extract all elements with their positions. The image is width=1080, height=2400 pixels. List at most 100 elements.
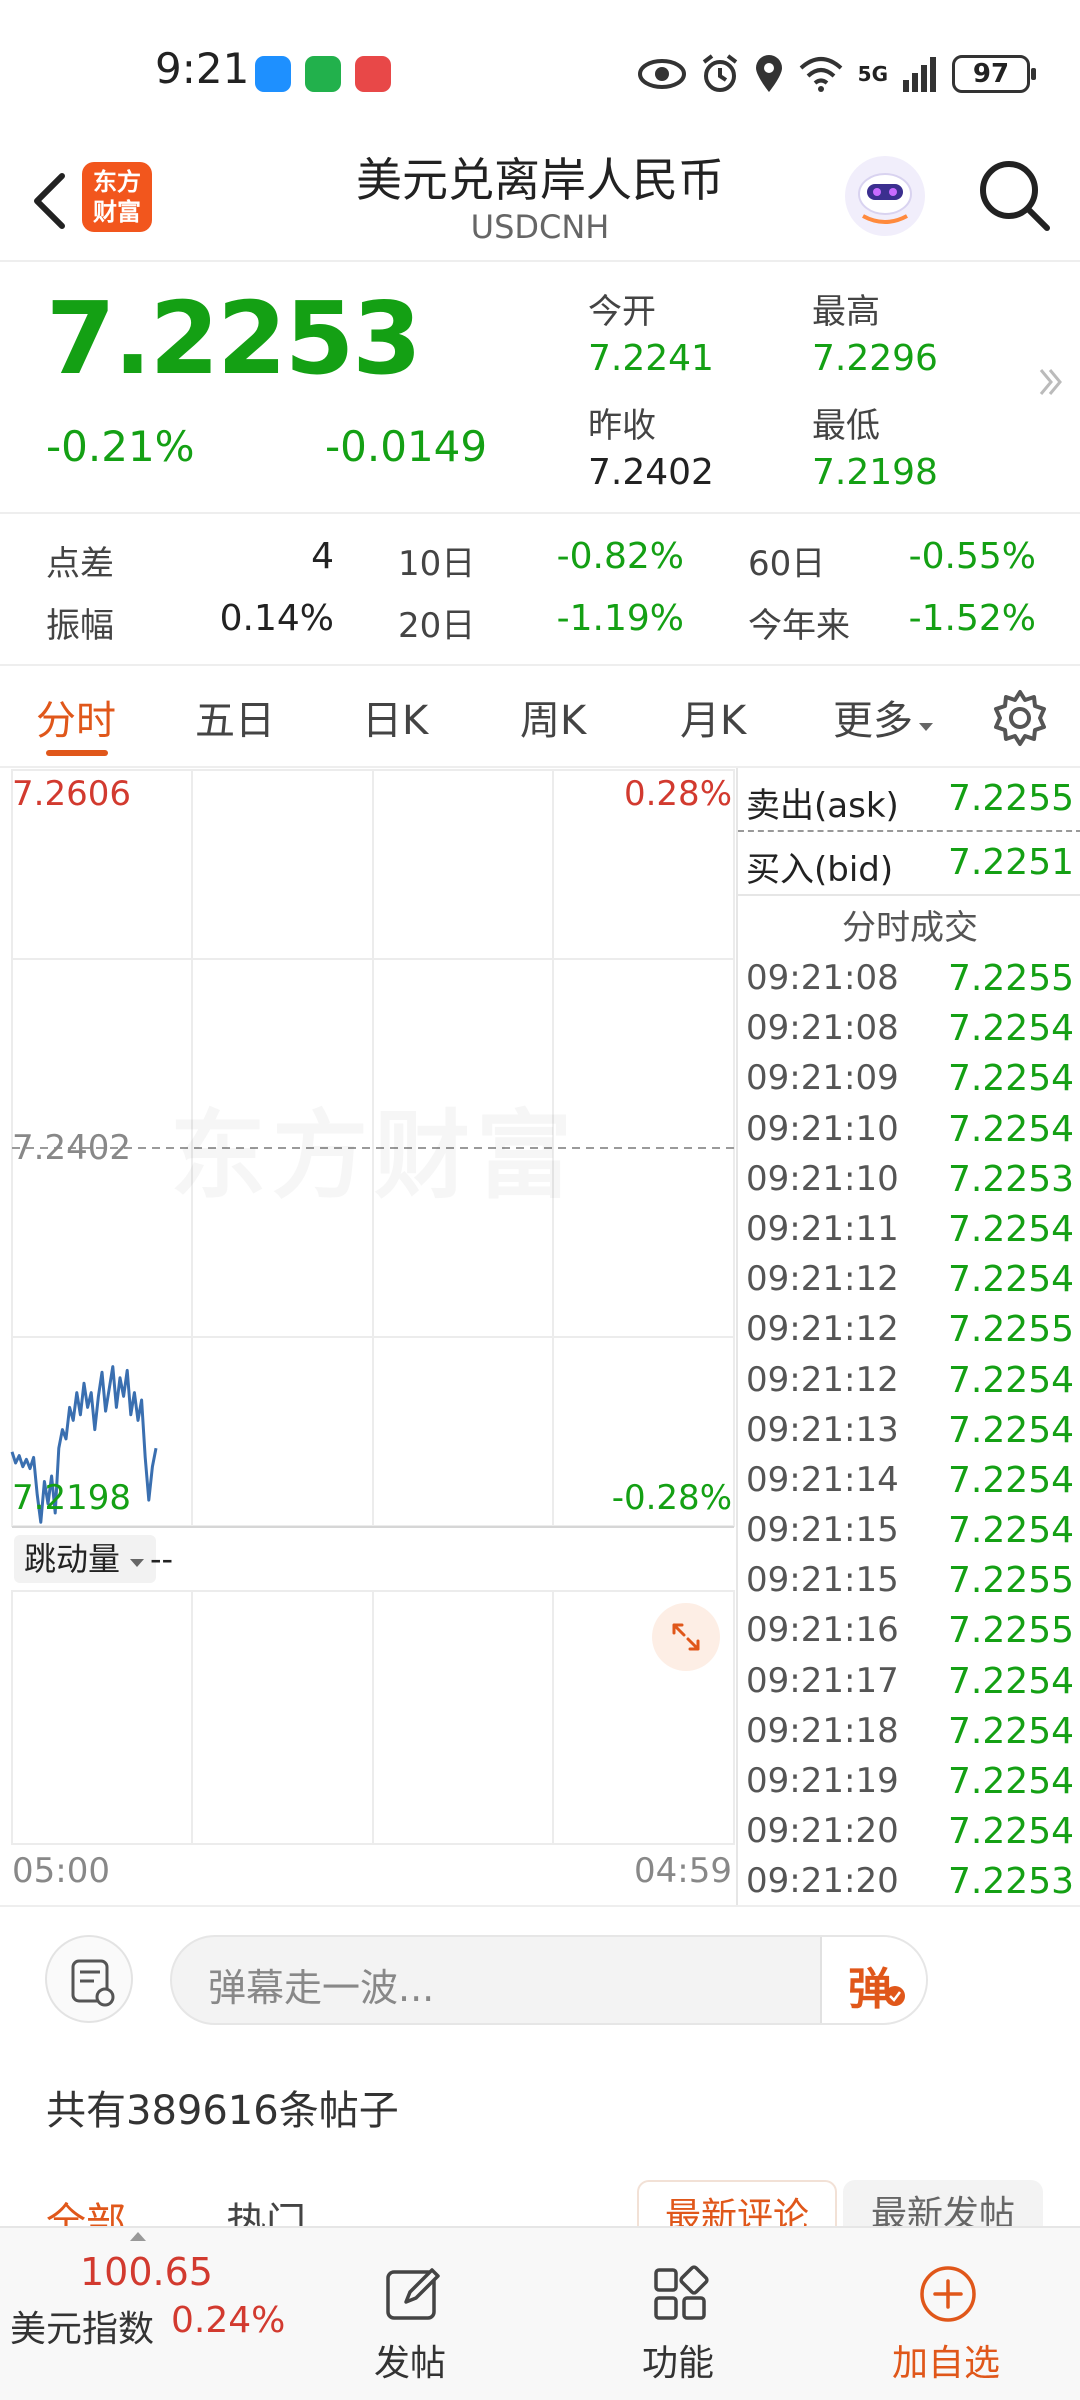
d20-label: 20日 — [398, 606, 476, 646]
danmaku-input[interactable]: 弹幕走一波... 弹 — [170, 1935, 928, 2025]
message-app-icon — [255, 56, 291, 92]
status-bar: 9:21 5G 97 — [0, 0, 1080, 140]
alarm-icon — [702, 54, 737, 92]
dollar-index-widget[interactable]: 100.65 美元指数 0.24% — [0, 2228, 290, 2400]
trade-time: 09:21:18 — [746, 1710, 899, 1751]
post-tab-all[interactable]: 全部 — [46, 2190, 126, 2228]
trade-row: 09:21:20 7.2254 — [738, 1807, 1080, 1857]
trade-row: 09:21:12 7.2254 — [738, 1356, 1080, 1406]
post-tabs: 全部 热门 最新评论 最新发帖 — [0, 2180, 1080, 2228]
trade-price: 7.2253 — [948, 1158, 1074, 1200]
bottom-nav: 100.65 美元指数 0.24% 发帖 功能 加自选 — [0, 2226, 1080, 2400]
bid-value: 7.2251 — [948, 842, 1074, 883]
ask-row: 卖出(ask) 7.2255 — [738, 768, 1080, 832]
check-badge-icon — [885, 1986, 905, 2006]
tab-monthly-k[interactable]: 月K — [680, 688, 746, 746]
tab-more[interactable]: 更多 — [833, 688, 935, 746]
trade-time: 09:21:08 — [746, 1008, 899, 1049]
tab-five-day[interactable]: 五日 — [195, 688, 275, 746]
tab-weekly-k[interactable]: 周K — [520, 688, 586, 746]
low-value: 7.2198 — [812, 452, 938, 493]
comment-bar: 弹幕走一波... 弹 — [0, 1905, 1080, 2040]
trade-time: 09:21:14 — [746, 1459, 899, 1500]
trade-list[interactable]: 09:21:08 7.2255 09:21:08 7.2254 09:21:09 7.22… — [738, 954, 1080, 1908]
trade-row: 09:21:12 7.2255 — [738, 1305, 1080, 1355]
post-tab-hot[interactable]: 热门 — [226, 2190, 306, 2228]
robot-assistant-icon[interactable] — [843, 154, 927, 238]
trade-price: 7.2254 — [948, 1108, 1074, 1150]
intraday-chart-svg — [10, 769, 735, 1845]
spread-label: 点差 — [46, 544, 114, 584]
trade-price: 7.2254 — [948, 1208, 1074, 1250]
trade-row: 09:21:15 7.2254 — [738, 1506, 1080, 1556]
trade-time: 09:21:12 — [746, 1259, 899, 1300]
dollar-index-change: 0.24% — [171, 2300, 286, 2341]
tab-daily-k[interactable]: 日K — [362, 688, 428, 746]
trade-price: 7.2254 — [948, 1259, 1074, 1301]
ytd-label: 今年来 — [748, 606, 850, 646]
intraday-chart[interactable]: 东方财富 7.2606 0.28% 7.2402 7.2198 -0.28% 跳… — [0, 768, 736, 1905]
bid-row: 买入(bid) 7.2251 — [738, 832, 1080, 896]
d10-value: -0.82% — [556, 536, 684, 577]
trade-row: 09:21:14 7.2254 — [738, 1456, 1080, 1506]
danmaku-settings-button[interactable] — [45, 1935, 133, 2023]
trade-time: 09:21:08 — [746, 958, 899, 998]
last-price: 7.2253 — [46, 280, 422, 397]
trades-title: 分时成交 — [842, 908, 978, 948]
trade-time: 09:21:12 — [746, 1309, 899, 1350]
nav-add-watch-button[interactable]: 加自选 — [856, 2228, 1036, 2400]
trade-price: 7.2255 — [948, 958, 1074, 999]
search-icon[interactable] — [975, 156, 1055, 236]
gear-icon[interactable] — [990, 688, 1050, 748]
trade-row: 09:21:17 7.2254 — [738, 1657, 1080, 1707]
tab-more-label: 更多 — [833, 698, 913, 744]
open-value: 7.2241 — [588, 338, 714, 379]
danmaku-settings-icon — [71, 1959, 115, 2007]
indicator-dropdown[interactable]: 跳动量 — [14, 1535, 157, 1583]
location-icon — [755, 55, 782, 92]
trade-price: 7.2254 — [948, 1510, 1074, 1552]
trade-price: 7.2254 — [948, 1058, 1074, 1100]
d60-value: -0.55% — [908, 536, 1036, 577]
trade-price: 7.2255 — [948, 1560, 1074, 1602]
battery-level: 97 — [952, 55, 1036, 93]
stats-panel: 点差 4 10日 -0.82% 60日 -0.55% 振幅 0.14% 20日 … — [0, 514, 1080, 666]
wifi-icon — [799, 57, 842, 92]
low-label: 最低 — [812, 406, 880, 446]
nav-post-button[interactable]: 发帖 — [320, 2228, 500, 2400]
trade-price: 7.2254 — [948, 1008, 1074, 1050]
sort-latest-comment[interactable]: 最新评论 — [637, 2180, 837, 2228]
trade-time: 09:21:09 — [746, 1058, 899, 1099]
dollar-index-name: 美元指数 — [10, 2309, 155, 2350]
wechat-icon — [305, 56, 341, 92]
trade-time: 09:21:11 — [746, 1208, 899, 1249]
edit-icon — [386, 2268, 440, 2320]
expand-chart-button[interactable] — [652, 1603, 720, 1671]
double-chevron-right-icon[interactable] — [1036, 362, 1066, 402]
indicator-label: 跳动量 — [24, 1540, 121, 1578]
prev-close-value: 7.2402 — [588, 452, 714, 493]
ask-label: 卖出(ask) — [746, 786, 899, 826]
signal-icon — [903, 57, 936, 92]
watermark: 东方财富 — [170, 1078, 578, 1217]
trade-row: 09:21:15 7.2255 — [738, 1556, 1080, 1606]
sort-latest-post[interactable]: 最新发帖 — [843, 2180, 1043, 2228]
change-amount: -0.0149 — [325, 422, 488, 471]
danmaku-send-button[interactable]: 弹 — [820, 1937, 926, 2023]
x-end-label: 04:59 — [634, 1851, 732, 1891]
trade-time: 09:21:17 — [746, 1660, 899, 1701]
network-type: 5G — [857, 62, 888, 86]
caret-down-icon — [919, 723, 933, 731]
d10-label: 10日 — [398, 544, 476, 584]
y-max-pct-label: 0.28% — [623, 774, 732, 814]
chart-period-tabs: 分时 五日 日K 周K 月K 更多 — [0, 666, 1080, 768]
tab-intraday[interactable]: 分时 — [36, 688, 116, 746]
trade-price: 7.2254 — [948, 1359, 1074, 1401]
trade-row: 09:21:16 7.2255 — [738, 1606, 1080, 1656]
nav-function-button[interactable]: 功能 — [588, 2228, 768, 2400]
trade-price: 7.2254 — [948, 1459, 1074, 1501]
caret-down-icon — [130, 1559, 145, 1567]
change-percent: -0.21% — [46, 422, 195, 471]
nav-add-watch-label: 加自选 — [891, 2343, 1000, 2384]
indicator-value: -- — [150, 1540, 174, 1578]
